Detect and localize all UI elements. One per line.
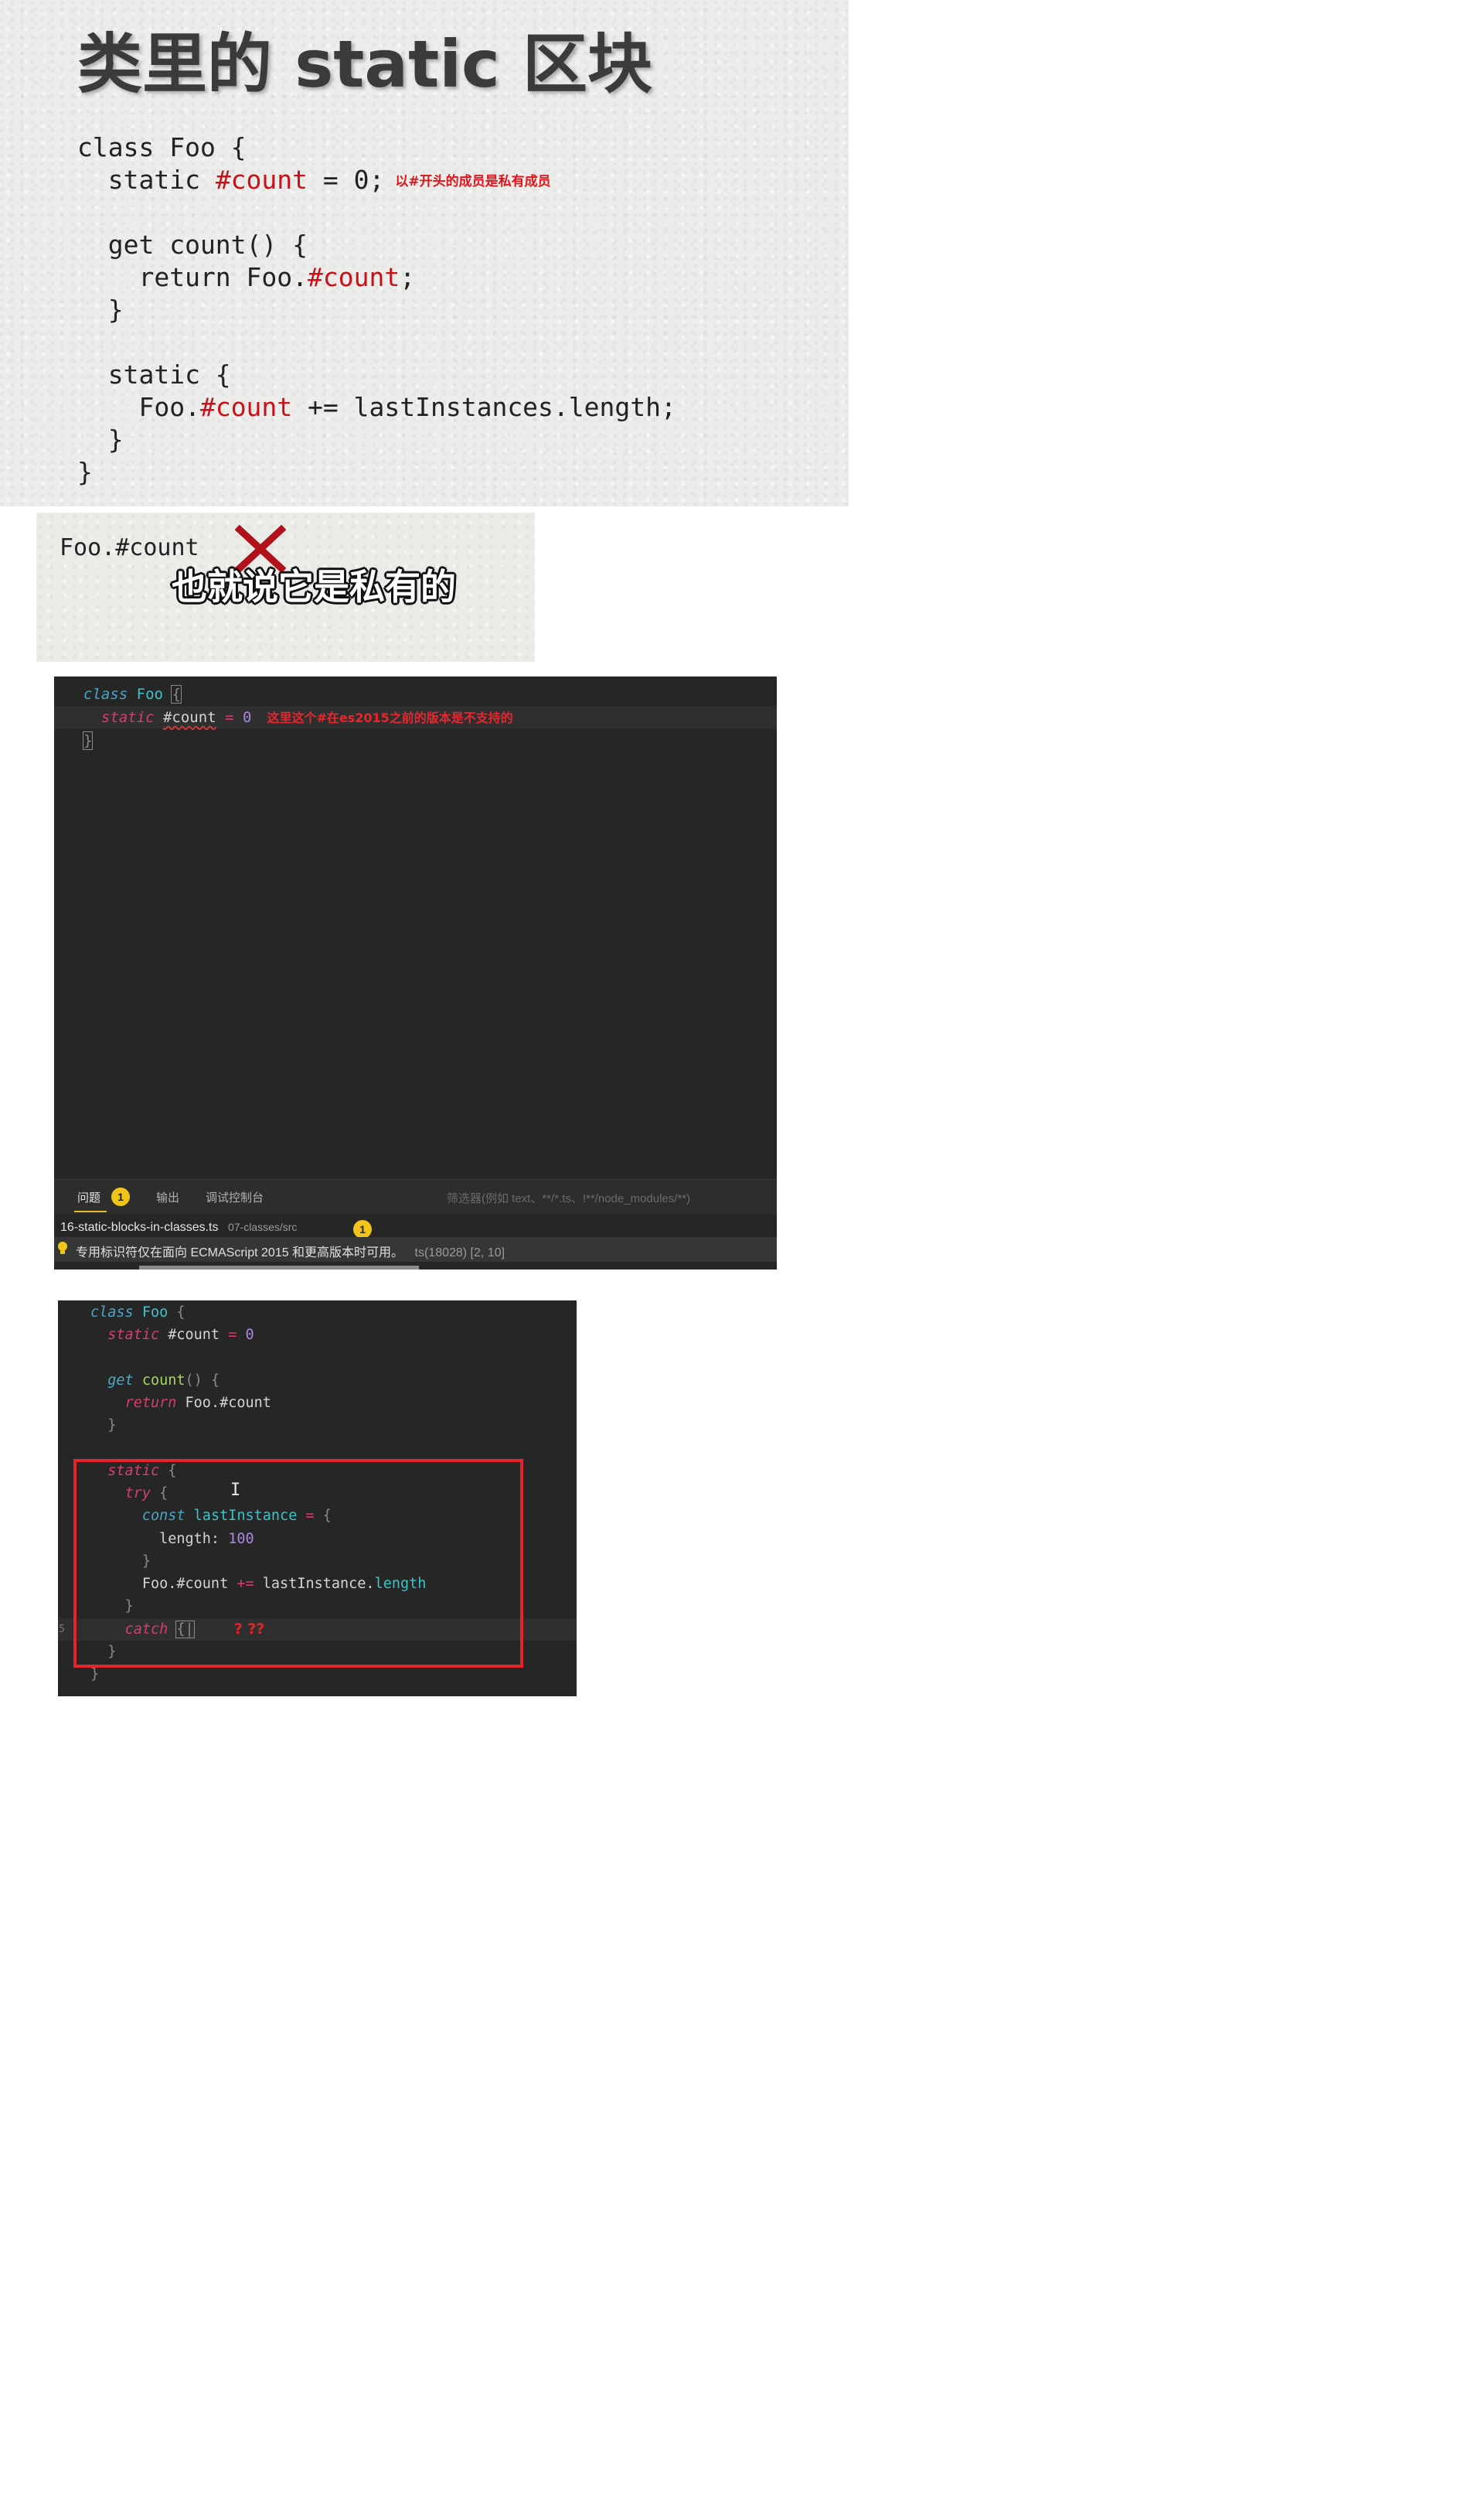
code-token: count [141, 1372, 186, 1389]
code-line[interactable] [77, 196, 676, 229]
code-token: ; [400, 262, 416, 292]
snippet-code: Foo.#count [60, 534, 199, 561]
code-token: static [100, 709, 155, 726]
code-line[interactable]: class Foo { [54, 683, 777, 706]
code-token: } [90, 1666, 100, 1682]
problem-file-name: 16-static-blocks-in-classes.ts [60, 1221, 219, 1234]
gutter-marker: 5 [59, 1624, 65, 1635]
code-token: class [83, 686, 128, 703]
code-line[interactable]: return Foo.#count; [77, 261, 676, 294]
code-token: #count [199, 392, 293, 422]
tab-problems[interactable]: 问题 [77, 1189, 100, 1205]
editor-code[interactable]: class Foo { static #count = 0 这里这个#在es201… [54, 683, 777, 752]
slide-title: 类里的 static 区块 [77, 26, 653, 102]
es2015-annotation: 这里这个#在es2015之前的版本是不支持的 [267, 711, 513, 725]
code-token: () { [185, 1372, 220, 1389]
code-line[interactable]: } [77, 294, 676, 326]
code-line[interactable]: } [54, 729, 777, 752]
code-token: get count() { [77, 230, 308, 260]
code-token: += lastInstances.length; [292, 392, 676, 422]
slide-code-block: class Foo { static #count = 0; 以#开头的成员是私有… [77, 131, 676, 489]
code-token: Foo.#count [176, 1395, 271, 1411]
code-token: } [77, 424, 124, 455]
active-tab-indicator [74, 1211, 107, 1212]
code-line[interactable]: class Foo { [58, 1301, 577, 1324]
problem-message-row[interactable]: 专用标识符仅在面向 ECMAScript 2015 和更高版本时可用。 ts(1… [54, 1237, 777, 1262]
code-token: static [107, 1327, 160, 1344]
horizontal-scrollbar[interactable] [139, 1266, 419, 1270]
code-token: class Foo { [77, 132, 247, 162]
code-token: #count [159, 1327, 220, 1344]
code-line[interactable]: Foo.#count += lastInstances.length; [77, 391, 676, 424]
code-token: #count [162, 709, 216, 726]
code-line[interactable]: } [77, 424, 676, 456]
video-subtitle: 也就说它是私有的 [172, 566, 456, 608]
tab-output[interactable]: 输出 [156, 1189, 179, 1205]
code-token: static { [77, 360, 231, 390]
highlight-box [73, 1459, 523, 1668]
lightbulb-icon[interactable] [57, 1241, 68, 1256]
file-problem-count-badge: 1 [353, 1220, 372, 1239]
code-line[interactable] [58, 1347, 577, 1369]
code-token: 0 [245, 1327, 254, 1344]
code-token: } [77, 457, 93, 487]
code-line[interactable]: return Foo.#count [58, 1392, 577, 1414]
problem-file-path: 07-classes/src [227, 1221, 298, 1233]
code-token: get [107, 1372, 134, 1389]
code-token: #count [215, 165, 308, 195]
code-line[interactable]: static #count = 0 这里这个#在es2015之前的版本是不支持的 [54, 706, 777, 729]
snippet-panel: Foo.#count 也就说它是私有的 [36, 513, 535, 662]
code-token: return Foo. [77, 262, 308, 292]
code-token: { [171, 685, 182, 704]
code-token: { [168, 1304, 186, 1321]
code-line[interactable]: static #count = 0 [58, 1324, 577, 1346]
problem-message: 专用标识符仅在面向 ECMAScript 2015 和更高版本时可用。 [76, 1246, 404, 1259]
code-token: = [220, 1327, 246, 1344]
slide-panel: 类里的 static 区块 class Foo { static #count … [0, 0, 849, 506]
code-token: static [77, 165, 216, 195]
code-token: = 0; [308, 165, 385, 195]
code-token: Foo [141, 1304, 168, 1321]
code-token: = [225, 709, 234, 726]
code-line[interactable]: class Foo { [77, 131, 676, 164]
code-token: } [90, 1417, 117, 1434]
code-line[interactable]: static { [77, 359, 676, 391]
code-line[interactable]: static #count = 0; 以#开头的成员是私有成员 [77, 164, 676, 196]
problem-code: ts(18028) [2, 10] [414, 1246, 505, 1259]
code-token: class [90, 1304, 134, 1321]
problems-filter-input[interactable]: 筛选器(例如 text、**/*.ts、!**/node_modules/**) [447, 1190, 690, 1206]
code-line[interactable] [77, 326, 676, 359]
code-editor-panel: class Foo { static #count = 0 这里这个#在es201… [54, 677, 777, 1270]
code-token: } [77, 295, 124, 325]
code-line[interactable]: get count() { [58, 1369, 577, 1392]
bottom-panel-tabs: 问题 1 输出 调试控制台 筛选器(例如 text、**/*.ts、!**/no… [54, 1179, 777, 1214]
text-cursor-icon: I [230, 1481, 241, 1500]
code-token: 0 [242, 709, 252, 726]
code-line[interactable] [58, 1437, 577, 1460]
code-line[interactable]: } [58, 1414, 577, 1437]
code-token: } [82, 731, 94, 750]
code-line[interactable]: } [77, 456, 676, 489]
private-member-note: 以#开头的成员是私有成员 [395, 173, 551, 189]
code-token: Foo [136, 686, 163, 703]
code-token: return [124, 1395, 177, 1411]
code-editor-2-panel: class Foo { static #count = 0 get count(… [58, 1300, 577, 1696]
code-token: #count [308, 262, 400, 292]
code-line[interactable]: get count() { [77, 229, 676, 261]
problems-count-badge: 1 [111, 1188, 130, 1206]
tab-debug-console[interactable]: 调试控制台 [206, 1189, 264, 1205]
code-token: Foo. [77, 392, 200, 422]
